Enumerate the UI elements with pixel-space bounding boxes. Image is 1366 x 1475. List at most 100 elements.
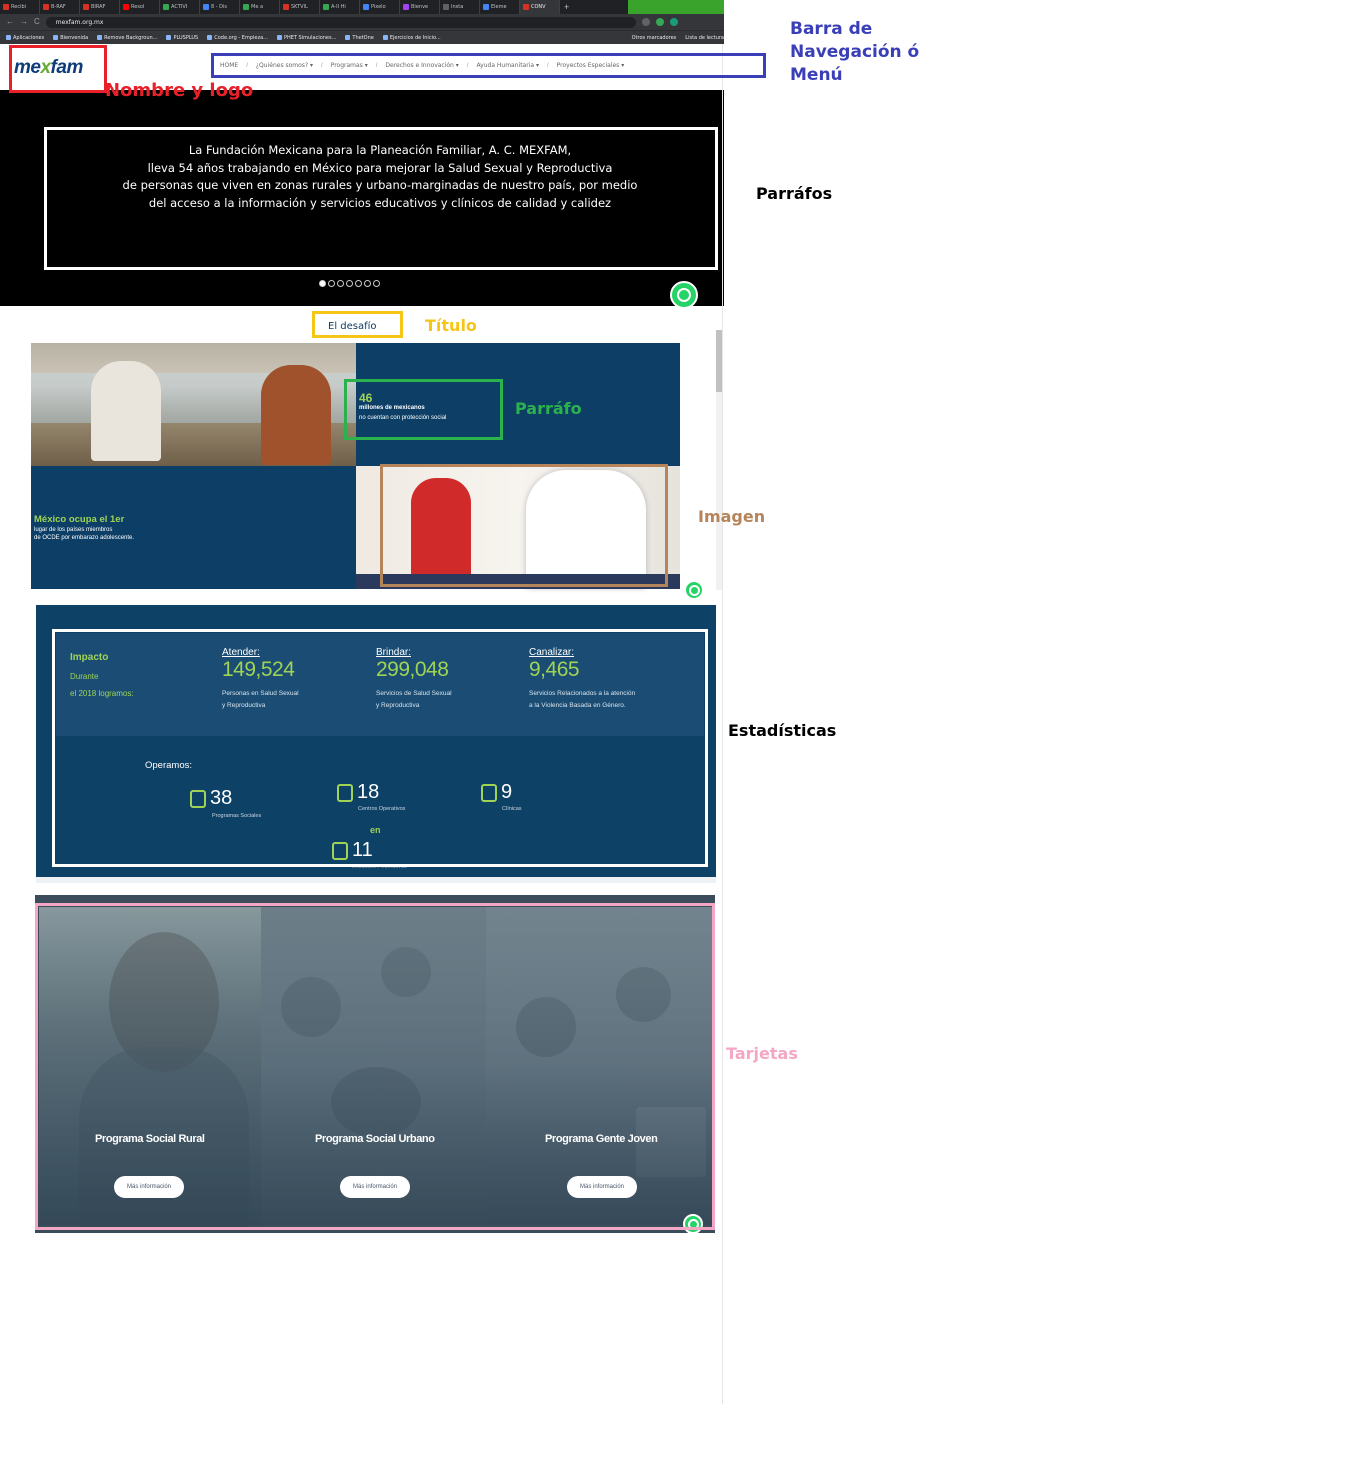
carousel-dot[interactable] [319, 280, 326, 287]
reload-icon[interactable]: C [34, 14, 40, 30]
tab-favicon-icon [403, 4, 409, 10]
carousel-dot[interactable] [373, 280, 380, 287]
tab-label: Resol [131, 4, 145, 10]
tab-favicon-icon [323, 4, 329, 10]
annotation-menu-line: Navegación ó [790, 42, 920, 62]
bookmark-item[interactable]: Bienvenida [53, 35, 88, 41]
annotation-box-parrafo [344, 379, 503, 440]
bookmark-item[interactable]: PLUSPLUS [166, 35, 198, 41]
bookmark-favicon-icon [166, 35, 172, 40]
puzzle-icon[interactable] [655, 18, 664, 26]
carousel-dot[interactable] [328, 280, 335, 287]
bookmark-item[interactable]: Lista de lectura [685, 35, 724, 41]
carousel-dot[interactable] [337, 280, 344, 287]
tab-favicon-icon [443, 4, 449, 10]
tab-label: B-RAF [51, 4, 66, 10]
stat-headline: México ocupa el 1er [34, 514, 125, 525]
tab-favicon-icon [363, 4, 369, 10]
bookmark-label: PHET Simulaciones... [283, 34, 337, 41]
browser-tab[interactable]: Me a [240, 0, 280, 14]
browser-tab[interactable]: 8 - Dis [200, 0, 240, 14]
browser-tab[interactable]: ACTIVI [160, 0, 200, 14]
annotation-box-parrafos [44, 127, 718, 270]
annotation-box-titulo [312, 311, 403, 338]
tab-label: A-II Hi [331, 4, 346, 10]
tab-label: SKTVIL [291, 4, 308, 10]
annotation-menu: Barra de Navegación ó Menú [790, 18, 919, 87]
browser-tab[interactable]: SKTVIL [280, 0, 320, 14]
tab-favicon-icon [123, 4, 129, 10]
bookmark-item[interactable]: Aplicaciones [6, 35, 44, 41]
new-tab-button[interactable]: + [560, 0, 573, 14]
browser-tab[interactable]: B-RAF [40, 0, 80, 14]
whatsapp-icon[interactable] [670, 281, 698, 309]
photo-consultation [31, 343, 356, 466]
back-icon[interactable]: ← [6, 14, 14, 30]
bookmark-favicon-icon [345, 35, 351, 40]
tab-favicon-icon [163, 4, 169, 10]
profile-avatar[interactable] [669, 18, 678, 26]
annotation-box-estadisticas [52, 629, 708, 867]
bookmark-item[interactable]: Ejercicios de Inicio... [382, 34, 441, 41]
tab-label: Eleme [491, 4, 507, 10]
bookmark-favicon-icon [382, 35, 388, 40]
bookmark-label: Aplicaciones [13, 34, 45, 41]
annotation-menu-line: Barra de [790, 19, 873, 39]
url-field[interactable]: mexfam.org.mx [45, 16, 636, 28]
bookmark-label: Bienvenida [60, 34, 89, 41]
browser-tab[interactable]: Resol [120, 0, 160, 14]
bookmark-favicon-icon [53, 35, 59, 40]
bookmark-label: ThetOne [352, 34, 374, 41]
bookmark-item[interactable]: Otros marcadores [632, 35, 677, 41]
tab-label: BIRAF [91, 4, 106, 10]
bookmark-favicon-icon [276, 35, 282, 40]
bookmark-item[interactable]: Remove Backgroun... [97, 35, 157, 41]
browser-tab[interactable]: A-II Hi [320, 0, 360, 14]
tab-label: Insta [451, 4, 464, 10]
window-controls[interactable] [628, 0, 724, 14]
bookmark-favicon-icon [207, 35, 213, 40]
extension-icon[interactable] [641, 18, 650, 26]
browser-tab[interactable]: Bienve [400, 0, 440, 14]
bookmarks-bar: Aplicaciones Bienvenida Remove Backgroun..… [0, 30, 724, 44]
tab-label: CONV [531, 4, 546, 10]
browser-tab[interactable]: BIRAF [80, 0, 120, 14]
tab-label: ACTIVI [171, 4, 188, 10]
browser-tab[interactable]: Recibi [0, 0, 40, 14]
bookmark-label: Ejercicios de Inicio... [389, 34, 441, 41]
browser-tab[interactable]: Insta [440, 0, 480, 14]
annotation-box-imagen [380, 464, 668, 587]
browser-tab[interactable]: Eleme [480, 0, 520, 14]
annotation-estadisticas: Estadísticas [728, 721, 837, 740]
tab-favicon-icon [83, 4, 89, 10]
carousel-dot[interactable] [355, 280, 362, 287]
bookmark-favicon-icon [6, 35, 11, 40]
bookmark-label: PLUSPLUS [173, 34, 199, 41]
whatsapp-icon[interactable] [684, 580, 704, 600]
bookmark-item[interactable]: Code.org - Empieza... [207, 35, 268, 41]
tab-label: Me a [251, 4, 264, 10]
browser-tab-strip: Recibi B-RAF BIRAF Resol ACTIVI 8 - Dis Me a SK… [0, 0, 724, 14]
tab-label: 8 - Dis [211, 4, 228, 10]
url-text: mexfam.org.mx [55, 18, 104, 26]
bookmark-label: Code.org - Empieza... [214, 34, 268, 41]
bookmark-item[interactable]: PHET Simulaciones... [276, 34, 337, 41]
carousel-dot[interactable] [346, 280, 353, 287]
stat-label: lugar de los países miembros [34, 527, 113, 533]
tab-label: Recibi [11, 4, 27, 10]
tab-label: Bienve [411, 4, 429, 10]
browser-tab[interactable]: CONV [520, 0, 560, 14]
tab-favicon-icon [203, 4, 209, 10]
annotation-parrafos: Parráfos [756, 184, 833, 203]
browser-tab[interactable]: Pixelo [360, 0, 400, 14]
bookmark-item[interactable]: ThetOne [345, 34, 374, 41]
annotation-parrafo: Parráfo [515, 399, 582, 418]
carousel-dots [319, 280, 380, 287]
stat-label: de OCDE por embarazo adolescente. [34, 535, 135, 541]
annotation-box-logo [9, 45, 107, 93]
carousel-dot[interactable] [364, 280, 371, 287]
tab-favicon-icon [483, 4, 489, 10]
annotation-titulo: Título [425, 316, 477, 335]
tab-favicon-icon [43, 4, 49, 10]
forward-icon[interactable]: → [20, 14, 28, 30]
